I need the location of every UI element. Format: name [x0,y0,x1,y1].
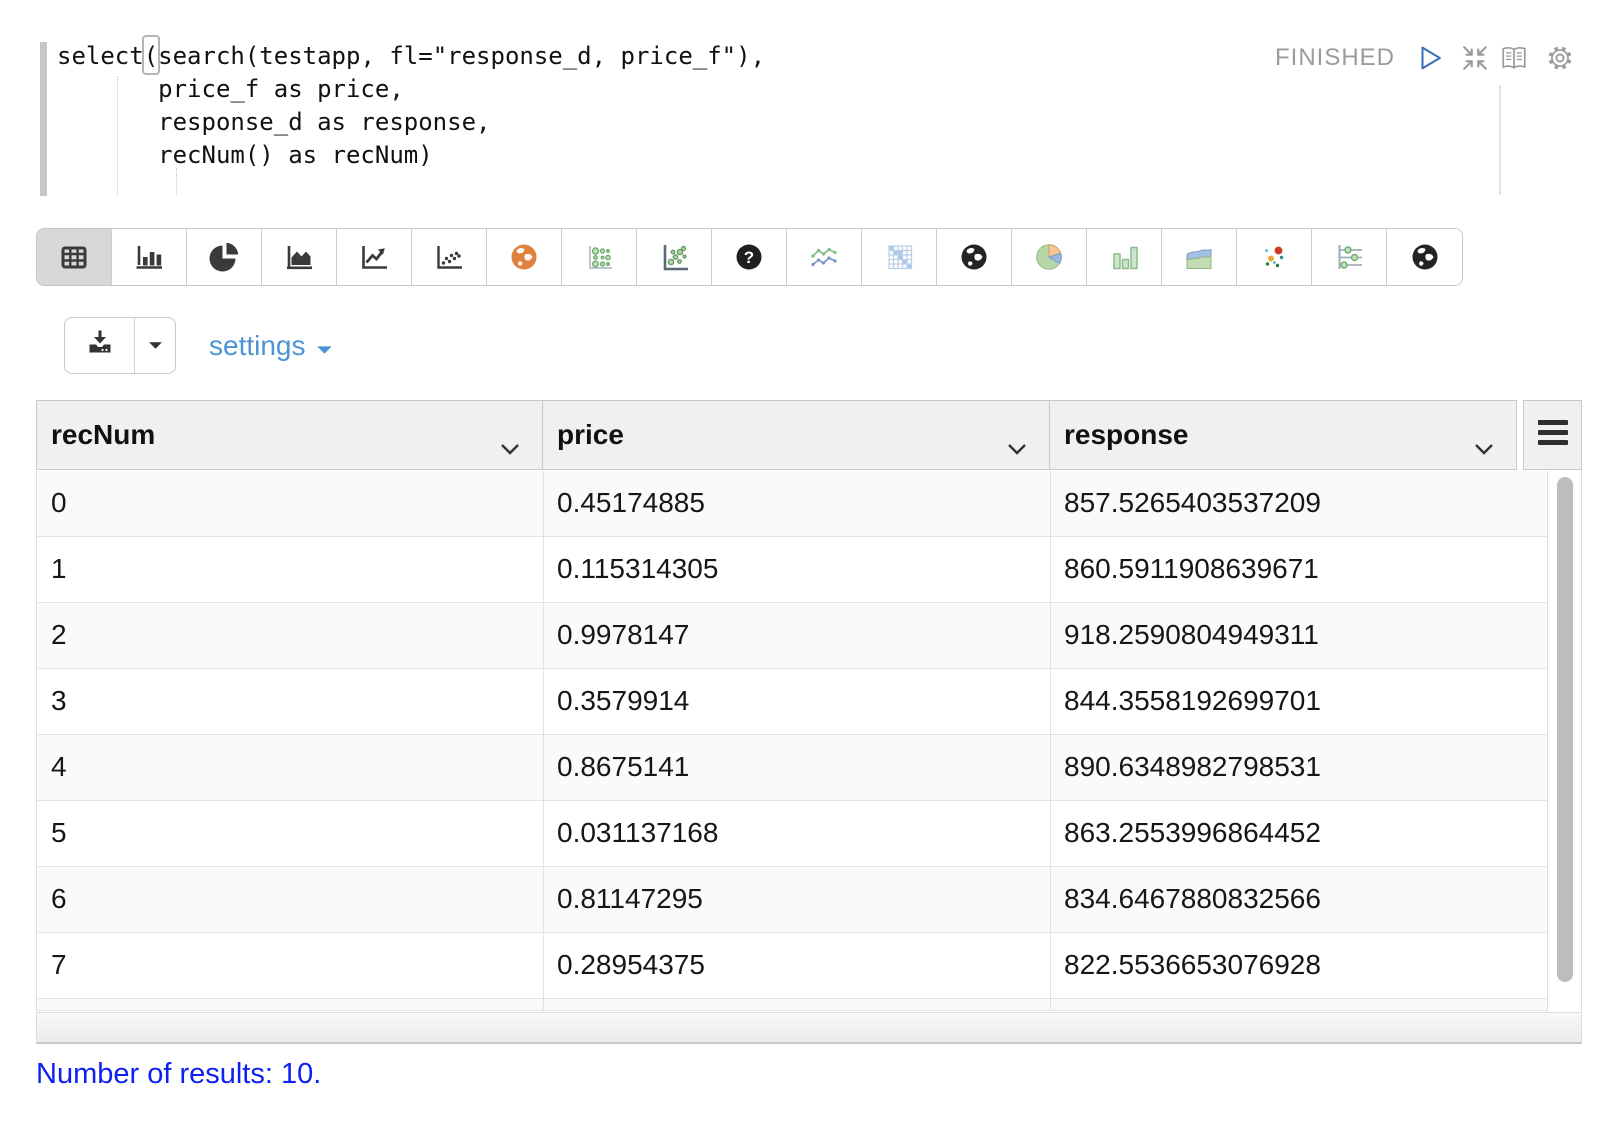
table-row[interactable]: 7 0.28954375 822.5536653076928 [37,933,1547,999]
cell-recnum: 6 [37,867,543,932]
chevron-down-icon[interactable] [1007,430,1027,462]
grid-footer-strip [36,1012,1582,1044]
table-row[interactable]: 6 0.81147295 834.6467880832566 [37,867,1547,933]
book-icon[interactable] [1499,43,1529,73]
cell-price: 0.115314305 [543,537,1050,602]
table-body: 0 0.45174885 857.5265403537209 1 0.11531… [36,471,1548,1011]
cell-recnum: 7 [37,933,543,998]
globe-dark-icon-2[interactable] [1387,229,1462,285]
results-count: Number of results: 10. [36,1058,321,1091]
settings-label: settings [209,330,306,362]
cell-response: 860.5911908639671 [1050,537,1547,602]
help-icon[interactable]: ? [712,229,787,285]
compress-icon[interactable] [1460,43,1490,73]
chevron-down-icon[interactable] [1474,430,1494,462]
download-split-button [64,317,176,374]
table-row[interactable]: 0 0.45174885 857.5265403537209 [37,471,1547,537]
pie-chart-icon[interactable] [187,229,262,285]
code-line-1: select(search(testapp, fl="response_d, p… [57,42,765,70]
heatmap-icon[interactable] [862,229,937,285]
editor-gutter-bar [40,42,47,196]
bar-color-icon[interactable] [1087,229,1162,285]
cell-recnum: 4 [37,735,543,800]
column-separator [1050,471,1051,1011]
cell-response: 844.3558192699701 [1050,669,1547,734]
cell-response: 918.2590804949311 [1050,603,1547,668]
cell-response: 822.5536653076928 [1050,933,1547,998]
cell-price: 0.81147295 [543,867,1050,932]
cell-response: 863.2553996864452 [1050,801,1547,866]
cell-recnum: 3 [37,669,543,734]
cell-price: 0.9978147 [543,603,1050,668]
hamburger-menu-icon [1538,420,1568,450]
zeppelin-paragraph: select(search(testapp, fl="response_d, p… [0,0,1622,1148]
table-row[interactable]: 2 0.9978147 918.2590804949311 [37,603,1547,669]
table-row[interactable]: 5 0.031137168 863.2553996864452 [37,801,1547,867]
svg-text:?: ? [744,248,754,267]
column-header-price[interactable]: price [543,401,1050,469]
status-badge: FINISHED [1275,44,1395,72]
editor-scrollbar [1499,85,1501,195]
column-header-label: price [557,419,624,451]
grid-menu-button[interactable] [1523,400,1582,470]
globe-dark-icon[interactable] [937,229,1012,285]
vertical-scrollbar[interactable] [1557,477,1573,982]
download-button[interactable] [65,318,135,373]
code-line-3: response_d as response, [57,108,490,136]
scatter-color-icon[interactable] [1237,229,1312,285]
table-row[interactable]: 3 0.3579914 844.3558192699701 [37,669,1547,735]
column-separator [543,471,544,1011]
bubble-grid-icon[interactable] [562,229,637,285]
area-chart-icon[interactable] [262,229,337,285]
line-chart-icon[interactable] [337,229,412,285]
indent-guide [176,168,177,196]
cell-recnum: 1 [37,537,543,602]
multi-line-chart-icon[interactable] [787,229,862,285]
sliders-icon[interactable] [1312,229,1387,285]
cell-response: 834.6467880832566 [1050,867,1547,932]
column-header-response[interactable]: response [1050,401,1516,469]
cell-recnum: 0 [37,471,543,536]
code-line-4: recNum() as recNum) [57,141,433,169]
scatter-chart-icon[interactable] [412,229,487,285]
gear-icon[interactable] [1545,43,1575,73]
column-header-label: recNum [51,419,155,451]
chevron-down-icon [316,330,333,362]
play-icon[interactable] [1415,43,1445,73]
cell-response: 857.5265403537209 [1050,471,1547,536]
cell-recnum: 5 [37,801,543,866]
column-header-recnum[interactable]: recNum [37,401,543,469]
table-row[interactable]: 4 0.8675141 890.6348982798531 [37,735,1547,801]
code-editor[interactable]: select(search(testapp, fl="response_d, p… [57,40,765,172]
cell-response: 890.6348982798531 [1050,735,1547,800]
code-line-2: price_f as price, [57,75,404,103]
globe-orange-icon[interactable] [487,229,562,285]
chevron-down-icon [148,337,163,355]
table-header: recNum price response [36,400,1517,470]
cell-price: 0.45174885 [543,471,1050,536]
settings-link[interactable]: settings [209,330,333,362]
download-icon [84,327,116,364]
chevron-down-icon[interactable] [500,430,520,462]
scatter-bubbles-icon[interactable] [637,229,712,285]
download-menu-button[interactable] [135,318,175,373]
cell-recnum: 2 [37,603,543,668]
visualization-toolbar: ? [36,228,1463,286]
pie-color-icon[interactable] [1012,229,1087,285]
cell-price: 0.28954375 [543,933,1050,998]
table-icon[interactable] [37,229,112,285]
table-row-partial [37,999,1547,1011]
table-row[interactable]: 1 0.115314305 860.5911908639671 [37,537,1547,603]
cell-price: 0.031137168 [543,801,1050,866]
column-header-label: response [1064,419,1189,451]
bar-chart-icon[interactable] [112,229,187,285]
grid-right-border [1581,470,1582,1013]
cell-price: 0.3579914 [543,669,1050,734]
cell-price: 0.8675141 [543,735,1050,800]
area-color-icon[interactable] [1162,229,1237,285]
